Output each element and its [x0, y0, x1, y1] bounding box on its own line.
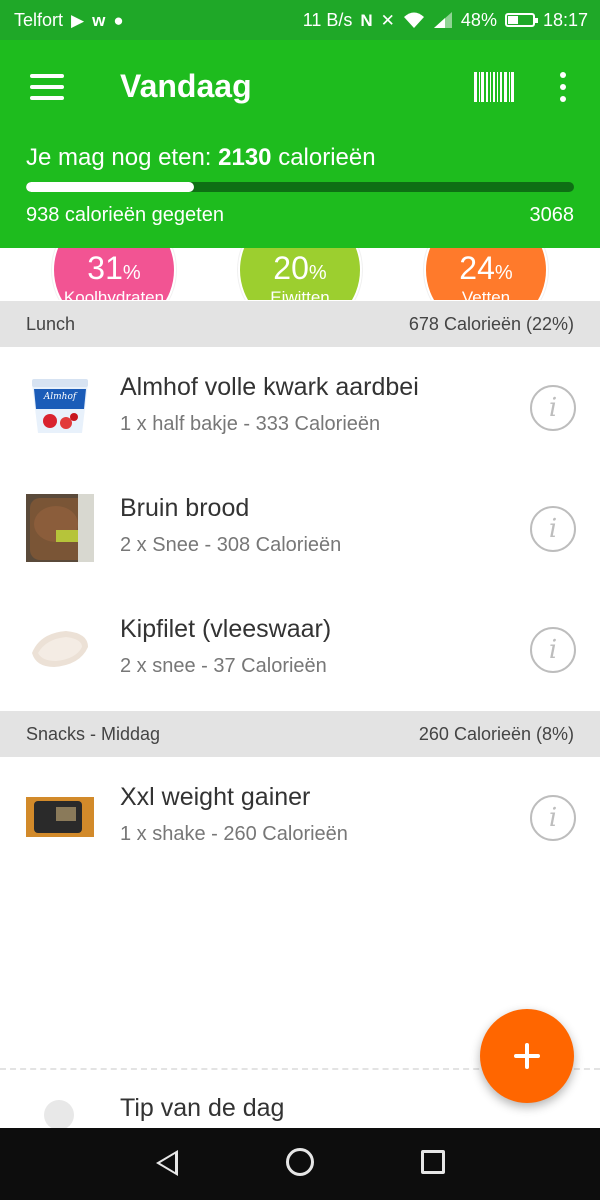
remaining-value: 2130 [218, 144, 272, 171]
summary-header: Vandaag Je mag nog eten: 2130 calorieën … [0, 40, 600, 248]
carrier-name: Telfort [14, 9, 64, 30]
food-item[interactable]: Xxl weight gainer 1 x shake - 260 Calori… [0, 757, 600, 878]
macro-fat[interactable]: 24% Vetten [424, 248, 548, 300]
macro-carbs-unit: % [122, 262, 141, 284]
chat-icon: ● [113, 10, 124, 30]
weight-gainer-thumbnail [26, 797, 94, 837]
calorie-progress-bar [26, 182, 574, 192]
macro-carbs-value: 31 [87, 250, 123, 286]
yogurt-brand-text: Almhof [43, 392, 78, 402]
food-item[interactable]: Bruin brood 2 x Snee - 308 Calorieën i [0, 468, 600, 589]
add-food-button[interactable] [480, 1009, 574, 1103]
remaining-suffix: calorieën [271, 144, 376, 171]
meal-header-snacks[interactable]: Snacks - Middag 260 Calorieën (8%) [0, 711, 600, 757]
meal-name: Lunch [26, 313, 76, 334]
status-bar: Telfort ▶ w ● 11 B/s N ✕ 48% 18:17 [0, 0, 600, 40]
network-speed: 11 B/s [302, 9, 353, 30]
macro-strip: 31% Koolhydraten 20% Eiwitten 24% Vetten [0, 248, 600, 300]
food-item[interactable]: Almhof Almhof volle kwark aardbei 1 x ha… [0, 347, 600, 468]
menu-icon[interactable] [30, 74, 64, 100]
home-icon[interactable] [286, 1148, 314, 1176]
food-detail: 1 x half bakje - 333 Calorieën [120, 413, 381, 435]
calorie-progress-fill [26, 182, 194, 192]
yogurt-cup-thumbnail: Almhof [32, 379, 88, 433]
status-right: 11 B/s N ✕ 48% 18:17 [303, 10, 588, 31]
food-name: Bruin brood [120, 494, 250, 522]
info-icon[interactable]: i [530, 506, 576, 552]
notification-icon: ▶ [71, 10, 85, 30]
app-notification-icon: w [92, 10, 106, 30]
back-icon[interactable] [156, 1150, 178, 1176]
food-detail: 1 x shake - 260 Calorieën [120, 823, 348, 845]
page-title: Vandaag [120, 68, 252, 104]
bread-thumbnail [26, 494, 94, 562]
macro-fat-unit: % [494, 262, 513, 284]
remaining-calories: Je mag nog eten: 2130 calorieën [26, 144, 376, 172]
info-icon[interactable]: i [530, 385, 576, 431]
nfc-icon: N [360, 10, 373, 30]
tip-title[interactable]: Tip van de dag [120, 1094, 284, 1123]
barcode-scan-icon[interactable] [474, 72, 515, 102]
more-options-icon[interactable] [556, 72, 570, 102]
lightbulb-icon [44, 1100, 74, 1130]
food-item[interactable]: Kipfilet (vleeswaar) 2 x snee - 37 Calor… [0, 589, 600, 710]
calorie-goal: 3068 [529, 204, 575, 226]
recent-apps-icon[interactable] [421, 1150, 445, 1174]
macro-carbs-label: Koolhydraten [63, 288, 165, 300]
meal-summary: 260 Calorieën (8%) [418, 723, 574, 744]
chicken-fillet-thumbnail [32, 631, 88, 667]
meal-name: Snacks - Middag [26, 723, 161, 744]
meal-summary: 678 Calorieën (22%) [408, 313, 574, 334]
food-detail: 2 x Snee - 308 Calorieën [120, 534, 342, 556]
macro-fat-value: 24 [459, 250, 495, 286]
macro-protein-unit: % [308, 262, 327, 284]
food-detail: 2 x snee - 37 Calorieën [120, 655, 327, 677]
toolbar: Vandaag [0, 40, 600, 136]
macro-protein-value: 20 [273, 250, 309, 286]
food-name: Almhof volle kwark aardbei [120, 373, 419, 401]
macro-protein-label: Eiwitten [270, 288, 330, 300]
wifi-icon [403, 12, 424, 28]
battery-percentage: 48% [460, 9, 497, 30]
signal-icon [433, 12, 452, 28]
battery-fill [507, 16, 519, 24]
macro-protein[interactable]: 20% Eiwitten [238, 248, 362, 300]
system-nav-bar [0, 1128, 600, 1200]
food-name: Xxl weight gainer [120, 783, 311, 811]
mute-icon: ✕ [380, 10, 395, 30]
food-name: Kipfilet (vleeswaar) [120, 615, 332, 643]
meal-header-lunch[interactable]: Lunch 678 Calorieën (22%) [0, 301, 600, 347]
status-left: Telfort ▶ w ● [14, 10, 124, 31]
macro-carbs[interactable]: 31% Koolhydraten [52, 248, 176, 300]
clock: 18:17 [542, 9, 588, 30]
macro-fat-label: Vetten [461, 288, 511, 300]
calories-eaten: 938 calorieën gegeten [26, 204, 224, 226]
info-icon[interactable]: i [530, 795, 576, 841]
battery-icon [504, 13, 538, 27]
info-icon[interactable]: i [530, 627, 576, 673]
remaining-prefix: Je mag nog eten: [26, 144, 219, 171]
